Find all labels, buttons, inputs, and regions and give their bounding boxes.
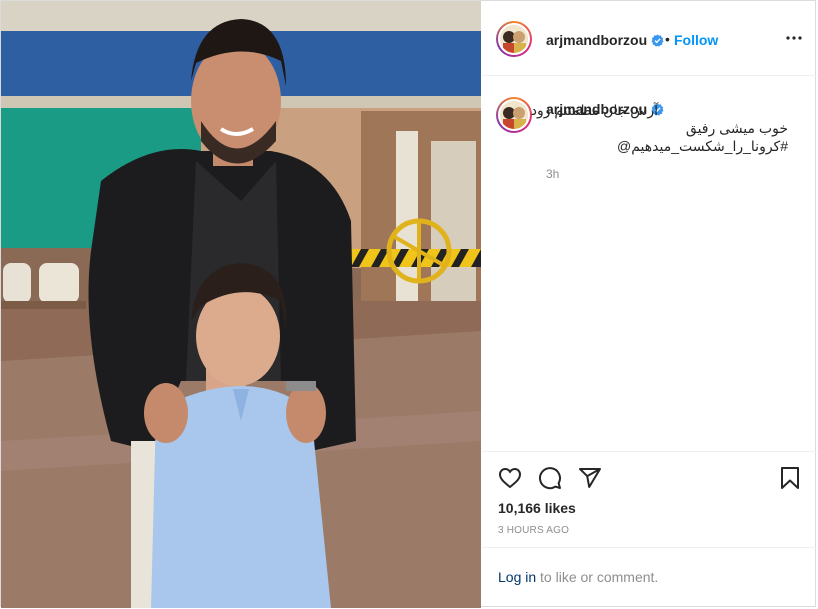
login-link[interactable]: Log in xyxy=(498,569,536,585)
username-label[interactable]: arjmandborzou xyxy=(546,32,647,48)
login-prompt: Log in to like or comment. xyxy=(482,547,817,609)
login-suffix: to like or comment. xyxy=(536,569,659,585)
post-actions: 10,166 likes 3 HOURS AGO xyxy=(482,451,817,562)
username[interactable]: arjmandborzou xyxy=(546,32,664,48)
login-prompt-text: Log in to like or comment. xyxy=(498,569,658,585)
post-header: arjmandborzou • Follow xyxy=(482,1,817,76)
verified-badge-icon xyxy=(651,34,664,47)
caption-text: آرش جان مطمئنم زود خوب میشی رفیق #کرونا_… xyxy=(531,101,788,155)
separator-dot: • xyxy=(665,31,670,47)
post-side-panel: arjmandborzou • Follow arjmandborzou آرش… xyxy=(482,1,817,608)
caption-line: خوب میشی رفیق xyxy=(685,120,788,136)
post-photo[interactable] xyxy=(1,1,481,608)
comment-bubble-icon[interactable] xyxy=(538,466,562,490)
avatar[interactable] xyxy=(496,21,532,57)
paper-plane-icon[interactable] xyxy=(578,466,602,490)
caption-hashtag-line[interactable]: #کرونا_را_شکست_میدهیم@ xyxy=(531,137,788,155)
comment-timestamp[interactable]: 3h xyxy=(546,167,559,181)
post-timestamp[interactable]: 3 HOURS AGO xyxy=(498,525,569,536)
instagram-post: arjmandborzou • Follow arjmandborzou آرش… xyxy=(0,0,817,608)
follow-button[interactable]: Follow xyxy=(674,32,718,48)
avatar[interactable] xyxy=(496,97,532,133)
likes-count[interactable]: 10,166 likes xyxy=(498,500,576,516)
caption-line: آرش جان مطمئنم زود xyxy=(530,102,658,118)
heart-icon[interactable] xyxy=(498,466,522,490)
bookmark-icon[interactable] xyxy=(778,466,802,490)
photo-illustration xyxy=(1,1,481,608)
more-options-icon[interactable] xyxy=(785,29,803,47)
